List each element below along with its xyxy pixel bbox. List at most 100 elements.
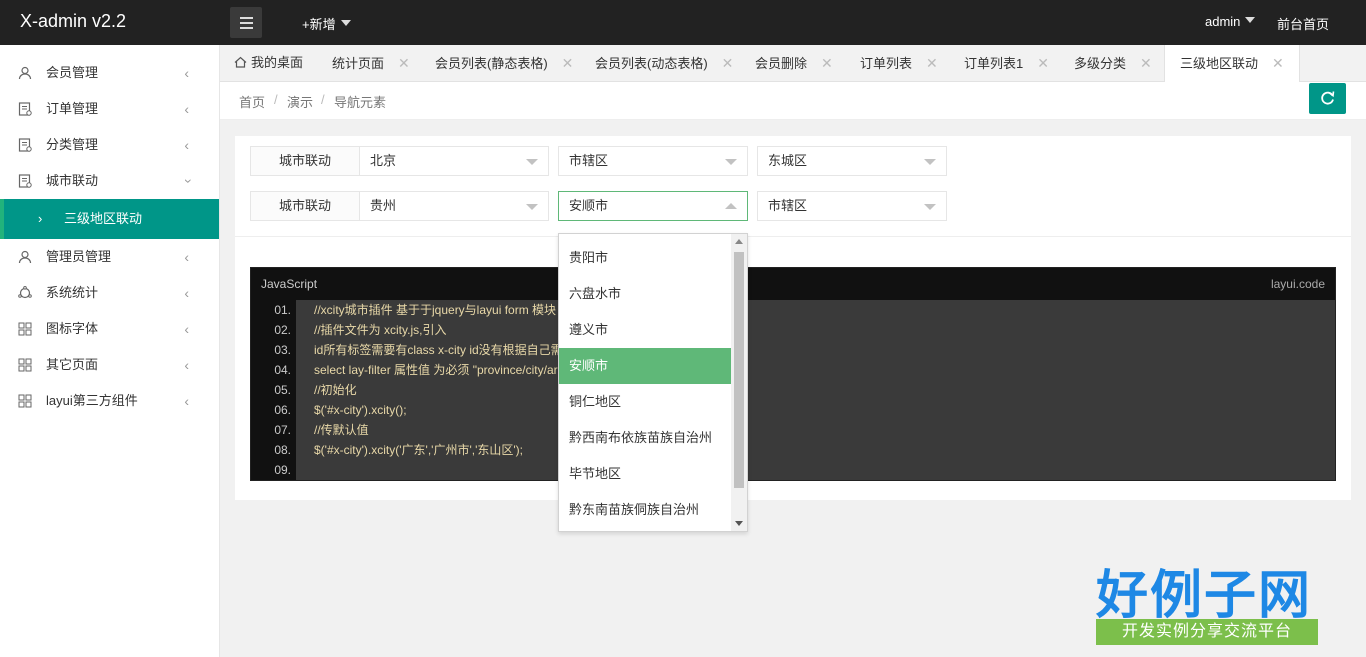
- scroll-down-icon[interactable]: [735, 521, 743, 526]
- sidebar-item-other-pages[interactable]: 其它页面 ‹: [0, 347, 219, 383]
- tab-label: 三级地区联动: [1180, 56, 1259, 71]
- district-select[interactable]: 市辖区: [757, 191, 947, 221]
- menu-toggle-button[interactable]: [230, 7, 262, 38]
- sidebar-item-stats[interactable]: 系统统计 ‹: [0, 275, 219, 311]
- add-new-menu[interactable]: +新增: [302, 14, 351, 33]
- watermark-logo: 好例子网 开发实例分享交流平台: [1096, 553, 1320, 647]
- dropdown-scrollbar[interactable]: [731, 234, 747, 531]
- top-navbar: X-admin v2.2 +新增 admin 前台首页: [0, 0, 1366, 45]
- close-icon[interactable]: ✕: [1037, 55, 1049, 71]
- sidebar-item-label: 订单管理: [46, 101, 99, 116]
- dropdown-option[interactable]: 贵阳市: [559, 240, 731, 276]
- close-icon[interactable]: ✕: [926, 55, 938, 71]
- hamburger-icon-line: [239, 16, 253, 19]
- breadcrumb-home[interactable]: 首页: [239, 92, 265, 111]
- sidebar-item-label: 城市联动: [46, 173, 99, 188]
- tab-stats[interactable]: 统计页面 ✕: [332, 45, 410, 82]
- breadcrumb-separator: /: [321, 92, 325, 107]
- chevron-left-icon: ‹: [184, 393, 189, 409]
- line-number: 09.: [274, 463, 291, 477]
- sidebar: 会员管理 ‹ 订单管理 ‹ 分类管理 ‹ 城市联动 ‹ › 三级地区联动 管理员…: [0, 45, 220, 657]
- caret-down-icon: [340, 20, 351, 26]
- caret-down-icon: [924, 204, 936, 210]
- tab-label: 会员列表(静态表格): [435, 56, 548, 71]
- grid-icon: [18, 358, 32, 372]
- tab-bar: 我的桌面 统计页面 ✕ 会员列表(静态表格) ✕ 会员列表(动态表格) ✕ 会员删除 ✕…: [220, 45, 1366, 83]
- scroll-up-icon[interactable]: [735, 239, 743, 244]
- category-icon: [18, 138, 32, 152]
- dropdown-option[interactable]: 毕节地区: [559, 456, 731, 492]
- tab-order-list1[interactable]: 订单列表1 ✕: [964, 45, 1049, 82]
- close-icon[interactable]: ✕: [562, 55, 574, 71]
- select-value: 北京: [370, 153, 397, 168]
- chevron-left-icon: ‹: [184, 321, 189, 337]
- chevron-left-icon: ‹: [184, 137, 189, 153]
- refresh-button[interactable]: [1309, 83, 1346, 114]
- tab-multi-category[interactable]: 多级分类 ✕: [1074, 45, 1152, 82]
- tab-label: 统计页面: [332, 56, 385, 71]
- dropdown-option[interactable]: 六盘水市: [559, 276, 731, 312]
- home-icon: [234, 56, 247, 68]
- frontend-link[interactable]: 前台首页: [1277, 14, 1329, 33]
- sidebar-item-label: layui第三方组件: [46, 393, 138, 408]
- dropdown-option[interactable]: 遵义市: [559, 312, 731, 348]
- tab-label: 会员列表(动态表格): [595, 56, 708, 71]
- tab-member-dynamic[interactable]: 会员列表(动态表格) ✕: [595, 45, 733, 82]
- code-line: //传默认值: [314, 423, 369, 437]
- close-icon[interactable]: ✕: [821, 55, 833, 71]
- tab-label: 我的桌面: [251, 55, 304, 70]
- watermark-subtitle: 开发实例分享交流平台: [1096, 619, 1318, 645]
- dropdown-option[interactable]: 铜仁地区: [559, 384, 731, 420]
- code-line: id所有标签需要有class x-city id没有根据自己需: [314, 343, 563, 357]
- line-number: 04.: [274, 363, 291, 377]
- app-logo[interactable]: X-admin v2.2: [20, 11, 126, 32]
- sidebar-item-city[interactable]: 城市联动 ‹: [0, 163, 219, 199]
- breadcrumb-separator: /: [274, 92, 278, 107]
- grid-icon: [18, 322, 32, 336]
- sidebar-item-admins[interactable]: 管理员管理 ‹: [0, 239, 219, 275]
- code-line: //插件文件为 xcity.js,引入: [314, 323, 447, 337]
- sidebar-item-categories[interactable]: 分类管理 ‹: [0, 127, 219, 163]
- sidebar-item-members[interactable]: 会员管理 ‹: [0, 55, 219, 91]
- tab-order-list[interactable]: 订单列表 ✕: [860, 45, 938, 82]
- select-value: 东城区: [768, 153, 808, 168]
- content-card: 城市联动 北京 市辖区 东城区 城市联动 贵州 安顺市 市辖区 JavaScri…: [235, 136, 1351, 500]
- admin-icon: [18, 250, 32, 264]
- province-select[interactable]: 贵州: [359, 191, 549, 221]
- caret-down-icon: [725, 159, 737, 165]
- sidebar-item-layui-components[interactable]: layui第三方组件 ‹: [0, 383, 219, 419]
- caret-down-icon: [1245, 17, 1256, 23]
- city-select-open[interactable]: 安顺市: [558, 191, 748, 221]
- dropdown-option[interactable]: 黔西南布依族苗族自治州: [559, 420, 731, 456]
- city-linkage-label: 城市联动: [250, 191, 360, 221]
- tab-desktop[interactable]: 我的桌面: [234, 45, 303, 82]
- sidebar-item-icon-fonts[interactable]: 图标字体 ‹: [0, 311, 219, 347]
- code-header: JavaScript layui.code: [251, 268, 1335, 300]
- close-icon[interactable]: ✕: [1272, 55, 1284, 71]
- city-linkage-label: 城市联动: [250, 146, 360, 176]
- tab-region-linkage[interactable]: 三级地区联动 ✕: [1164, 45, 1300, 83]
- chevron-left-icon: ‹: [184, 65, 189, 81]
- tab-member-static[interactable]: 会员列表(静态表格) ✕: [435, 45, 573, 82]
- breadcrumb-demo[interactable]: 演示: [287, 92, 313, 111]
- chevron-left-icon: ‹: [184, 249, 189, 265]
- province-select[interactable]: 北京: [359, 146, 549, 176]
- close-icon[interactable]: ✕: [722, 55, 734, 71]
- select-value: 安顺市: [569, 198, 609, 213]
- close-icon[interactable]: ✕: [398, 55, 410, 71]
- city-select[interactable]: 市辖区: [558, 146, 748, 176]
- caret-down-icon: [526, 159, 538, 165]
- caret-down-icon: [526, 204, 538, 210]
- user-name: admin: [1205, 14, 1241, 29]
- scrollbar-thumb[interactable]: [734, 252, 744, 488]
- tab-member-delete[interactable]: 会员删除 ✕: [755, 45, 833, 82]
- line-number: 03.: [274, 343, 291, 357]
- sidebar-subitem-region-linkage[interactable]: › 三级地区联动: [0, 199, 219, 239]
- dropdown-option-selected[interactable]: 安顺市: [559, 348, 731, 384]
- sidebar-item-orders[interactable]: 订单管理 ‹: [0, 91, 219, 127]
- district-select[interactable]: 东城区: [757, 146, 947, 176]
- caret-up-icon: [725, 203, 737, 209]
- user-menu[interactable]: admin: [1205, 14, 1256, 29]
- dropdown-option[interactable]: 黔东南苗族侗族自治州: [559, 492, 731, 528]
- close-icon[interactable]: ✕: [1140, 55, 1152, 71]
